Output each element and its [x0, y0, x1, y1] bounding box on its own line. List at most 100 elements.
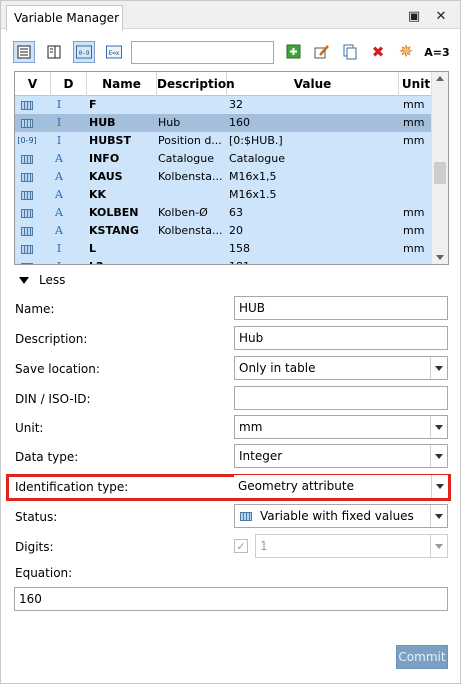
column-header-name[interactable]: Name	[87, 72, 157, 96]
cell-d: A	[55, 152, 63, 165]
name-label: Name:	[15, 302, 55, 316]
identification-type-label: Identification type:	[15, 480, 129, 494]
cell-description	[158, 96, 224, 114]
search-input[interactable]	[131, 41, 274, 64]
cell-description: Kolbensta...	[158, 224, 223, 237]
scroll-thumb[interactable]	[434, 162, 446, 184]
svg-text:E=x: E=x	[109, 50, 120, 57]
detail-view-icon[interactable]	[43, 41, 65, 63]
cell-unit: mm	[403, 98, 425, 111]
column-header-v[interactable]: V	[15, 72, 51, 96]
maximize-icon[interactable]: ▣	[407, 9, 421, 24]
cell-name: HUB	[89, 116, 116, 129]
add-variable-icon[interactable]	[283, 41, 305, 63]
identification-type-select[interactable]: Geometry attribute	[234, 475, 448, 498]
cell-description: Kolben-Ø	[158, 206, 208, 219]
number-view-icon[interactable]: 0-9	[73, 41, 95, 63]
title-bar: Variable Manager ▣ ✕	[1, 1, 460, 31]
chevron-down-icon[interactable]	[431, 475, 448, 498]
cell-d: I	[56, 116, 62, 129]
column-header-d[interactable]: D	[51, 72, 87, 96]
cell-unit	[403, 168, 433, 186]
name-field[interactable]: HUB	[234, 296, 448, 320]
assign-icon[interactable]: A=3	[423, 41, 451, 63]
close-icon[interactable]: ✕	[434, 9, 448, 24]
table-row[interactable]: I HUB Hub 160 mm	[15, 114, 433, 132]
save-location-select[interactable]: Only in table	[234, 356, 448, 380]
variable-type-icon	[15, 222, 39, 240]
status-label: Status:	[15, 510, 58, 524]
cell-name: HUBST	[89, 134, 131, 147]
scroll-up-icon[interactable]	[436, 76, 444, 81]
unit-value: mm	[239, 420, 263, 434]
table-row[interactable]: I L2 181	[15, 258, 433, 264]
less-toggle[interactable]: Less	[19, 272, 65, 288]
chevron-down-icon[interactable]	[430, 416, 447, 438]
chevron-down-icon[interactable]	[430, 445, 447, 467]
unit-select[interactable]: mm	[234, 415, 448, 439]
data-type-select[interactable]: Integer	[234, 444, 448, 468]
equation-label: Equation:	[15, 566, 73, 580]
cell-d: A	[55, 206, 63, 219]
cell-unit: mm	[403, 134, 425, 147]
table-scrollbar[interactable]	[431, 72, 448, 264]
chevron-down-icon[interactable]	[430, 505, 447, 527]
cell-description: Kolbensta...	[158, 170, 223, 183]
cell-d: I	[56, 242, 62, 255]
column-header-value[interactable]: Value	[227, 72, 399, 96]
digits-select[interactable]: 1	[255, 534, 448, 558]
table-row[interactable]: I L 158 mm	[15, 240, 433, 258]
copy-variable-icon[interactable]	[339, 41, 361, 63]
equation-field[interactable]: 160	[14, 587, 448, 611]
data-type-label: Data type:	[15, 450, 79, 464]
table-row[interactable]: A KOLBEN Kolben-Ø 63 mm	[15, 204, 433, 222]
cell-unit	[403, 150, 433, 168]
cell-value: 20	[229, 224, 243, 237]
description-field[interactable]: Hub	[234, 326, 448, 350]
cell-value: 158	[229, 242, 250, 255]
identification-type-value: Geometry attribute	[238, 479, 354, 493]
table-row[interactable]: A INFO Catalogue Catalogue	[15, 150, 433, 168]
table-row[interactable]: A KSTANG Kolbensta... 20 mm	[15, 222, 433, 240]
cell-description: Position d...	[158, 134, 222, 147]
list-view-icon[interactable]	[13, 41, 35, 63]
cell-description: Hub	[158, 116, 181, 129]
cell-unit: mm	[403, 206, 425, 219]
window-title-tab[interactable]: Variable Manager	[6, 5, 123, 31]
column-header-unit[interactable]: Unit	[399, 72, 433, 96]
scroll-down-icon[interactable]	[436, 255, 444, 260]
digits-checkbox[interactable]: ✓	[234, 539, 248, 553]
collapse-triangle-icon	[19, 276, 29, 284]
variable-type-icon	[15, 204, 39, 222]
cell-description	[158, 240, 224, 258]
cell-name: KK	[89, 188, 107, 201]
cell-unit: mm	[403, 116, 425, 129]
chevron-down-icon[interactable]	[430, 535, 447, 557]
status-value: Variable with fixed values	[260, 509, 414, 523]
table-row[interactable]: I F 32 mm	[15, 96, 433, 114]
table-row[interactable]: A KAUS Kolbensta... M16x1,5	[15, 168, 433, 186]
status-select[interactable]: Variable with fixed values	[234, 504, 448, 528]
cell-d: A	[55, 188, 63, 201]
table-row[interactable]: [0-9] I HUBST Position d... [0:$HUB.] mm	[15, 132, 433, 150]
column-header-description[interactable]: Description	[157, 72, 235, 96]
chevron-down-icon[interactable]	[430, 357, 447, 379]
cell-name: KSTANG	[89, 224, 139, 237]
cell-value: 160	[229, 116, 250, 129]
cell-d: A	[55, 224, 63, 237]
cell-name: KAUS	[89, 170, 123, 183]
settings-icon[interactable]: ✵	[395, 41, 417, 63]
description-label: Description:	[15, 332, 88, 346]
cell-description	[158, 258, 224, 264]
expression-view-icon[interactable]: E=x	[103, 41, 125, 63]
table-row[interactable]: A KK M16x1.5	[15, 186, 433, 204]
cell-unit	[403, 258, 433, 264]
delete-variable-icon[interactable]: ✖	[367, 41, 389, 63]
cell-value: [0:$HUB.]	[229, 134, 283, 147]
variable-type-icon	[15, 240, 39, 258]
commit-button[interactable]: Commit	[396, 645, 448, 669]
cell-value: M16x1,5	[229, 170, 277, 183]
din-iso-id-field[interactable]	[234, 386, 448, 410]
save-location-label: Save location:	[15, 362, 100, 376]
edit-variable-icon[interactable]	[311, 41, 333, 63]
